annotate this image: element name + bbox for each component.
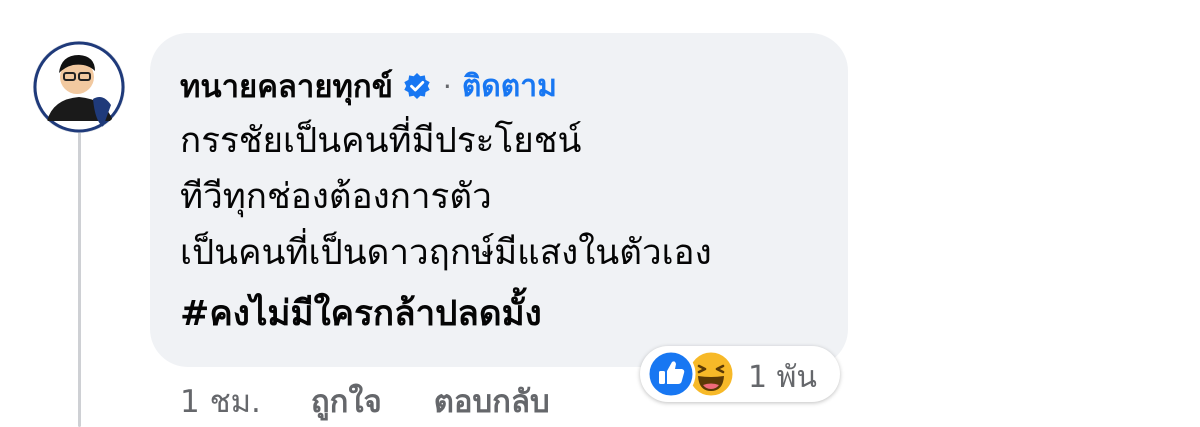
reactions-summary[interactable]: 1 พัน	[640, 346, 840, 402]
hashtag-link[interactable]: #คงไม่มีใครกล้าปลดมั้ง	[180, 286, 542, 342]
timestamp-link[interactable]: 1 ชม.	[180, 376, 261, 426]
comment-actions: 1 ชม. ถูกใจ ตอบกลับ	[180, 378, 602, 424]
author-name[interactable]: ทนายคลายทุกข์	[180, 61, 393, 111]
follow-button[interactable]: ติดตาม	[462, 63, 557, 110]
reaction-count: 1 พัน	[748, 360, 817, 395]
like-button[interactable]: ถูกใจ	[311, 376, 382, 426]
avatar-image	[33, 41, 125, 133]
comment-text: กรรชัยเป็นคนที่มีประโยชน์ ทีวีทุกช่องต้อ…	[180, 113, 830, 281]
reply-button[interactable]: ตอบกลับ	[434, 376, 550, 426]
verified-badge-icon	[403, 72, 431, 100]
comment-text-line: กรรชัยเป็นคนที่มีประโยชน์	[180, 121, 582, 161]
comment-text-line: เป็นคนที่เป็นดาวฤกษ์มีแสงในตัวเอง	[180, 233, 712, 273]
like-icon	[646, 349, 696, 399]
comment-header: ทนายคลายทุกข์ · ติดตาม	[180, 62, 557, 110]
avatar[interactable]	[33, 41, 125, 133]
comment-text-line: ทีวีทุกช่องต้องการตัว	[180, 177, 492, 217]
separator-dot: ·	[442, 69, 452, 103]
reply-thread-line	[78, 122, 81, 427]
